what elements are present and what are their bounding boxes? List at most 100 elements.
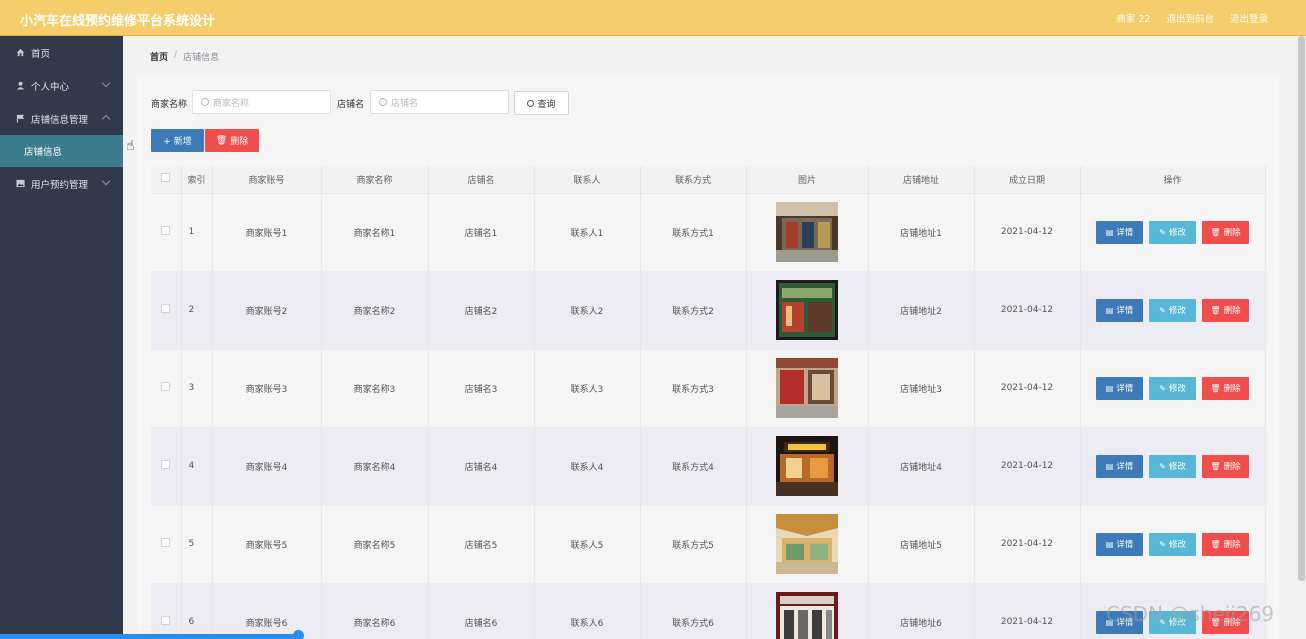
sidebar-item-personal-center[interactable]: 个人中心 (0, 69, 123, 102)
detail-button[interactable]: ▤ 详情 (1096, 454, 1143, 478)
merchant-name-input[interactable]: 商家名称 (192, 90, 331, 114)
detail-button[interactable]: ▤ 详情 (1096, 376, 1143, 400)
cell-account: 商家账号5 (212, 505, 322, 584)
edit-button[interactable]: ✎ 修改 (1149, 220, 1196, 244)
shop-thumbnail[interactable] (776, 514, 838, 574)
cell-actions: ▤ 详情 ✎ 修改 🗑 删除 (1080, 505, 1266, 584)
pencil-icon: ✎ (1159, 227, 1166, 237)
search-icon (527, 99, 535, 107)
detail-button-label: 详情 (1116, 462, 1134, 472)
select-all-checkbox[interactable] (161, 173, 171, 183)
cell-address: 店铺地址3 (868, 349, 975, 428)
row-actions: ▤ 详情 ✎ 修改 🗑 删除 (1081, 376, 1265, 400)
sidebar-item-shop-management[interactable]: 店铺信息管理 (0, 102, 123, 135)
delete-button[interactable]: 🗑 删除 (1202, 454, 1249, 478)
cell-image (746, 193, 869, 272)
cell-actions: ▤ 详情 ✎ 修改 🗑 删除 (1080, 427, 1266, 506)
row-checkbox[interactable] (161, 460, 171, 469)
cell-image (746, 427, 869, 506)
row-actions: ▤ 详情 ✎ 修改 🗑 删除 (1081, 220, 1265, 244)
delete-button[interactable]: 🗑 删除 (1202, 376, 1249, 400)
cell-name: 商家名称1 (321, 193, 429, 272)
detail-button[interactable]: ▤ 详情 (1096, 220, 1143, 244)
pencil-icon: ✎ (1159, 383, 1166, 393)
watermark: CSDN @sheji269 (1106, 602, 1275, 626)
edit-button[interactable]: ✎ 修改 (1149, 532, 1196, 556)
cell-account: 商家账号3 (212, 349, 322, 428)
shop-thumbnail[interactable] (776, 280, 838, 340)
app-title: 小汽车在线预约维修平台系统设计 (20, 14, 216, 29)
cell-contact: 联系人4 (534, 427, 641, 506)
breadcrumb: 首页 / 店铺信息 (150, 50, 219, 63)
pencil-icon: ✎ (1159, 305, 1166, 315)
detail-button-label: 详情 (1116, 228, 1134, 238)
vertical-scrollbar-thumb[interactable] (1298, 36, 1305, 581)
batch-delete-button[interactable]: 🗑 删除 (205, 129, 259, 152)
cell-account: 商家账号1 (212, 193, 322, 272)
edit-button[interactable]: ✎ 修改 (1149, 298, 1196, 322)
edit-button[interactable]: ✎ 修改 (1149, 454, 1196, 478)
delete-button-label: 删除 (1223, 384, 1241, 394)
column-header: 商家名称 (321, 166, 429, 194)
shop-thumbnail[interactable] (776, 592, 838, 639)
cell-address: 店铺地址2 (868, 271, 975, 350)
row-select-cell[interactable] (151, 505, 182, 584)
cell-actions: ▤ 详情 ✎ 修改 🗑 删除 (1080, 193, 1266, 272)
document-icon: ▤ (1105, 383, 1114, 393)
cell-address: 店铺地址1 (868, 193, 975, 272)
column-header: 店铺地址 (868, 166, 975, 194)
delete-button-label: 删除 (1223, 462, 1241, 472)
cell-address: 店铺地址4 (868, 427, 975, 506)
cell-image (746, 271, 869, 350)
cell-name: 商家名称5 (321, 505, 429, 584)
row-checkbox[interactable] (161, 616, 171, 625)
row-checkbox[interactable] (161, 382, 171, 391)
pencil-icon: ✎ (1159, 461, 1166, 471)
row-checkbox[interactable] (161, 538, 171, 547)
column-header: 操作 (1080, 166, 1266, 194)
row-select-cell[interactable] (151, 583, 182, 639)
hand-cursor-icon: ☝ (126, 138, 135, 154)
sidebar-item-appointment-management[interactable]: 用户预约管理 (0, 167, 123, 200)
cell-contact: 联系人6 (534, 583, 641, 639)
delete-button-label: 删除 (230, 137, 249, 147)
column-header: 联系方式 (640, 166, 747, 194)
cell-contact: 联系人3 (534, 349, 641, 428)
sidebar-item-home[interactable]: 首页 (0, 36, 123, 69)
edit-button[interactable]: ✎ 修改 (1149, 376, 1196, 400)
row-select-cell[interactable] (151, 427, 182, 506)
trash-icon: 🗑 (1210, 461, 1221, 471)
detail-button-label: 详情 (1116, 306, 1134, 316)
trash-icon: 🗑 (215, 135, 228, 146)
sidebar-item-shop-info[interactable]: 店铺信息 (0, 135, 123, 167)
add-button[interactable]: + 新增 (151, 129, 204, 152)
query-button[interactable]: 查询 (514, 91, 569, 115)
detail-button-label: 详情 (1116, 540, 1134, 550)
cell-address: 店铺地址5 (868, 505, 975, 584)
shop-thumbnail[interactable] (776, 436, 838, 496)
breadcrumb-home[interactable]: 首页 (150, 50, 168, 63)
delete-button[interactable]: 🗑 删除 (1202, 532, 1249, 556)
detail-button[interactable]: ▤ 详情 (1096, 532, 1143, 556)
row-select-cell[interactable] (151, 349, 182, 428)
row-select-cell[interactable] (151, 193, 182, 272)
cell-contact: 联系人5 (534, 505, 641, 584)
shop-thumbnail[interactable] (776, 202, 838, 262)
shop-thumbnail[interactable] (776, 358, 838, 418)
cell-account: 商家账号2 (212, 271, 322, 350)
cell-contact: 联系人1 (534, 193, 641, 272)
progress-handle (293, 630, 304, 639)
row-checkbox[interactable] (161, 304, 171, 313)
sidebar-item-label: 店铺信息 (24, 147, 63, 158)
shop-name-input[interactable]: 店铺名 (370, 90, 509, 114)
select-all-cell[interactable] (151, 166, 182, 194)
logout-link[interactable]: 退出登录 (1230, 11, 1268, 25)
row-select-cell[interactable] (151, 271, 182, 350)
cell-image (746, 505, 869, 584)
delete-button[interactable]: 🗑 删除 (1202, 298, 1249, 322)
row-checkbox[interactable] (161, 226, 171, 235)
delete-button[interactable]: 🗑 删除 (1202, 220, 1249, 244)
detail-button[interactable]: ▤ 详情 (1096, 298, 1143, 322)
back-to-front-link[interactable]: 退出到前台 (1166, 11, 1214, 25)
cell-contact: 联系人2 (534, 271, 641, 350)
